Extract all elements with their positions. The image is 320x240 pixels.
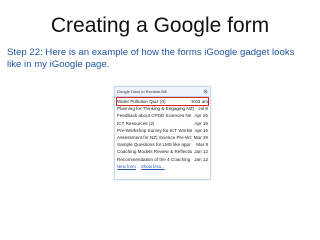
form-list-item[interactable]: Planning for Thinking & Engaging NZ) Jul … <box>117 105 208 112</box>
form-date: Jan 12 <box>194 149 208 155</box>
form-list-item[interactable]: Sample Questions for LMS like appr Mar 8 <box>117 141 208 148</box>
form-name-link[interactable]: Pre-Workshop Survey for ICT Workst <box>117 127 192 134</box>
igoogle-forms-gadget: Google Docs to Reclaim Bill Water Pollut… <box>114 86 211 180</box>
gadget-footer: New form Show less... <box>115 163 210 170</box>
form-date: Jul 8 <box>198 106 208 112</box>
form-date: Mar 8 <box>196 142 208 148</box>
form-list-item[interactable]: Assessment for NZ) Science Pre-Wc Mar 29 <box>117 134 208 141</box>
new-form-link[interactable]: New form <box>117 164 136 169</box>
slide-title: Creating a Google form <box>50 14 270 37</box>
form-list-item[interactable]: Pre-Workshop Survey for ICT Workst Apr 16 <box>117 127 208 134</box>
gadget-title: Google Docs to Reclaim Bill <box>117 89 167 94</box>
form-date: Apr 16 <box>194 127 208 133</box>
gear-icon[interactable] <box>203 89 208 94</box>
form-list-item[interactable]: Coaching Models Review & Reflectio Jan 12 <box>117 148 208 155</box>
form-list-item[interactable]: Feedback about CPDD Sciences Ne Apr 26 <box>117 112 208 119</box>
form-date: Jan 12 <box>194 156 208 162</box>
form-date: Apr 26 <box>194 113 208 119</box>
form-date: Apr 19 <box>194 120 208 126</box>
form-name-link[interactable]: Feedback about CPDD Sciences Ne <box>117 112 191 119</box>
form-date: 9:03 am <box>191 99 208 104</box>
form-name-link[interactable]: Planning for Thinking & Engaging NZ) <box>117 105 194 112</box>
show-less-link[interactable]: Show less... <box>141 164 165 169</box>
form-name-link[interactable]: ICT Resources (2) <box>117 120 154 127</box>
form-name-link[interactable]: Sample Questions for LMS like appr <box>117 141 191 148</box>
form-list-item[interactable]: ICT Resources (2) Apr 19 <box>117 120 208 127</box>
form-name-link[interactable]: Coaching Models Review & Reflectio <box>117 148 192 155</box>
form-date: Mar 29 <box>193 134 208 140</box>
form-list-item[interactable]: Water Pollution Quiz (0) 9:03 am <box>116 96 209 107</box>
form-name-link[interactable]: Recommendation of the 4 Coaching I <box>117 156 192 163</box>
form-list-item[interactable]: Recommendation of the 4 Coaching I Jan 12 <box>117 156 208 163</box>
gadget-header: Google Docs to Reclaim Bill <box>115 87 210 97</box>
form-name-link[interactable]: Assessment for NZ) Science Pre-Wc <box>117 134 192 141</box>
step-description: Step 22: Here is an example of how the f… <box>7 47 295 70</box>
form-name-link[interactable]: Water Pollution Quiz (0) <box>117 98 166 105</box>
form-list: Water Pollution Quiz (0) 9:03 am Planning … <box>115 96 210 163</box>
